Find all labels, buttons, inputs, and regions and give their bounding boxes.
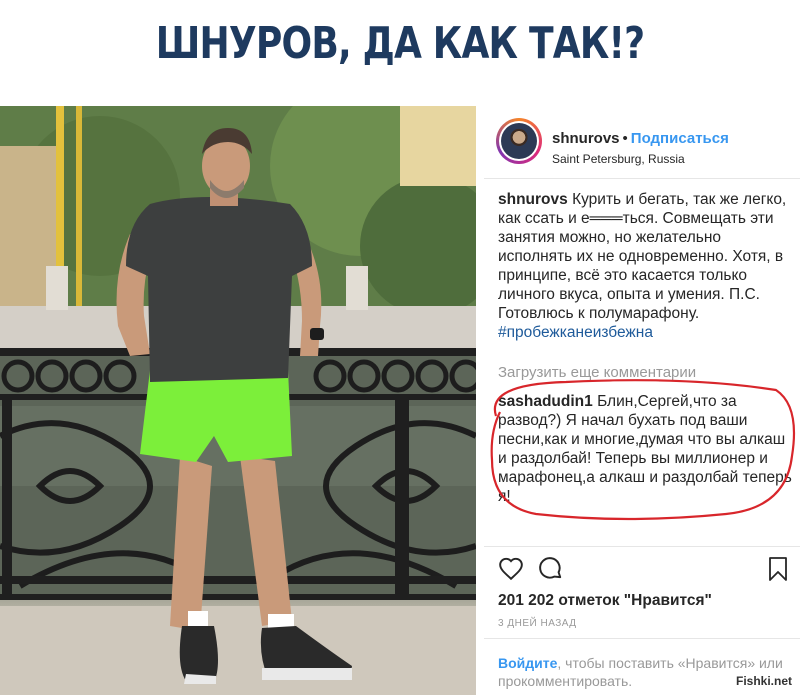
action-bar [498,556,794,584]
post-header: shnurovs • Подписаться Saint Petersburg, R… [496,116,796,176]
load-more-comments[interactable]: Загрузить еще комментарии [498,364,696,381]
follow-button[interactable]: Подписаться [631,130,729,147]
timestamp: 3 дней назад [498,618,577,629]
avatar-photo [501,123,537,159]
hashtag-link[interactable]: #пробежканеизбежна [498,324,653,341]
post-panel: shnurovs • Подписаться Saint Petersburg, R… [484,106,800,695]
username-row: shnurovs • Подписаться [552,130,729,147]
caption-username[interactable]: shnurovs [498,191,568,208]
caption: shnurovs Курить и бегать, так же легко, … [498,190,794,342]
watermark: Fishki.net [731,673,796,689]
avatar[interactable] [496,118,542,164]
comment-username[interactable]: sashadudin1 [498,393,593,410]
header-divider [484,178,800,179]
comment-icon[interactable] [538,556,564,582]
separator-dot: • [622,130,628,147]
heart-icon[interactable] [498,556,524,582]
headline: ШНУРОВ, ДА КАК ТАК!? [155,18,645,69]
runner-photo-illustration [0,106,476,695]
login-link[interactable]: Войдите [498,655,557,671]
comment: sashadudin1 Блин,Сергей,что за развод?) … [498,392,794,506]
location-link[interactable]: Saint Petersburg, Russia [552,152,685,166]
caption-text: Курить и бегать, так же легко, как ссать… [498,191,787,322]
likes-count[interactable]: 201 202 отметок "Нравится" [498,592,712,610]
bookmark-icon[interactable] [766,556,790,582]
footer-divider [484,638,800,639]
username-link[interactable]: shnurovs [552,130,620,147]
comments-divider [484,546,800,547]
post-photo [0,106,476,695]
